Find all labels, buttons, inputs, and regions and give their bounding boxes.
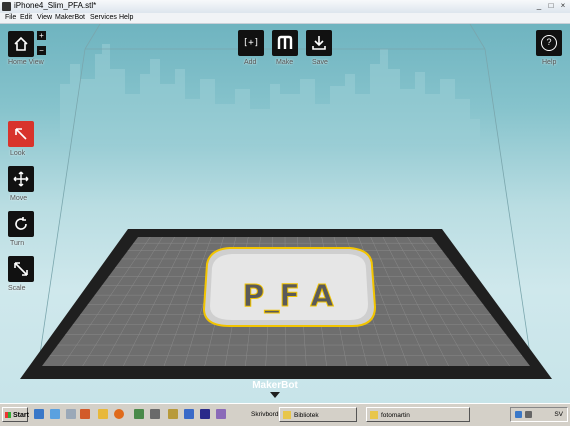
add-icon: [+] <box>242 38 260 48</box>
download-icon <box>312 36 326 50</box>
build-viewport[interactable]: P_F A MakerBot + − Home View [+] Add Mak… <box>0 24 570 403</box>
menu-view[interactable]: View <box>37 13 52 23</box>
menu-makerbot[interactable]: MakerBot <box>55 13 85 23</box>
menu-help[interactable]: Help <box>119 13 133 23</box>
city-skyline <box>60 44 480 144</box>
save-label: Save <box>312 59 328 66</box>
zoom-in-button[interactable]: + <box>37 31 46 40</box>
help-button[interactable]: ? <box>536 30 562 56</box>
taskbar-bibliotek-label: Bibliotek <box>294 412 319 419</box>
quicklaunch-firefox-icon[interactable] <box>114 409 124 419</box>
quicklaunch-folder-icon[interactable] <box>98 409 108 419</box>
scale-label: Scale <box>8 285 26 292</box>
quicklaunch-media-icon[interactable] <box>216 409 226 419</box>
makerbot-m-icon <box>277 35 293 49</box>
window-controls: _ □ × <box>534 1 568 11</box>
window-title: iPhone4_Slim_PFA.stl* <box>14 1 97 10</box>
look-label: Look <box>10 150 26 157</box>
quicklaunch-cmd-icon[interactable] <box>150 409 160 419</box>
add-label: Add <box>244 59 257 66</box>
quicklaunch-explorer-icon[interactable] <box>66 409 76 419</box>
folder-icon <box>370 411 378 419</box>
taskbar-bibliotek-button[interactable]: Bibliotek <box>279 407 357 422</box>
menu-file[interactable]: File <box>5 13 16 23</box>
make-label: Make <box>276 59 294 66</box>
move-tool-button[interactable] <box>8 166 34 192</box>
close-button[interactable]: × <box>558 1 568 11</box>
menu-services[interactable]: Services <box>90 13 117 23</box>
move-arrows-icon <box>13 171 29 187</box>
look-arrow-icon <box>15 128 27 140</box>
move-label: Move <box>10 195 28 202</box>
scale-icon <box>14 262 28 276</box>
model-embossed-text: P_F A <box>242 279 334 314</box>
rotate-icon <box>15 217 27 230</box>
makerbot-app-icon <box>2 2 11 11</box>
look-tool-button[interactable] <box>8 121 34 147</box>
zoom-out-button[interactable]: − <box>37 46 46 55</box>
quicklaunch-window-icon[interactable] <box>50 409 60 419</box>
make-button[interactable] <box>272 30 298 56</box>
quicklaunch-app-icon[interactable] <box>80 409 90 419</box>
iphone-case-model: P_F A <box>202 247 377 327</box>
window-titlebar: iPhone4_Slim_PFA.stl* _ □ × <box>0 0 570 14</box>
tray-language-indicator[interactable]: SV <box>554 408 563 421</box>
quicklaunch-network-icon[interactable] <box>184 409 194 419</box>
scale-tool-button[interactable] <box>8 256 34 282</box>
system-tray: SV <box>510 407 568 422</box>
home-view-button[interactable] <box>8 31 34 57</box>
add-button[interactable]: [+] <box>238 30 264 56</box>
save-button[interactable] <box>306 30 332 56</box>
platform-front-marker <box>270 392 280 398</box>
quicklaunch-desktop-icon[interactable] <box>34 409 44 419</box>
quicklaunch-tool-icon[interactable] <box>134 409 144 419</box>
quicklaunch-ie-icon[interactable] <box>200 409 210 419</box>
maximize-button[interactable]: □ <box>546 1 556 11</box>
platform-brand-label: MakerBot <box>252 380 298 391</box>
start-label: Start <box>13 412 29 419</box>
windows-flag-icon <box>5 412 11 418</box>
help-icon: ? <box>541 35 557 51</box>
turn-tool-button[interactable] <box>8 211 34 237</box>
windows-taskbar: Start Skrivbord Bibliotek fotomartin SV <box>0 403 570 426</box>
tray-volume-icon[interactable] <box>525 411 532 418</box>
home-view-label: Home View <box>8 59 44 66</box>
menu-bar: File Edit View MakerBot Services Help <box>0 13 570 24</box>
home-icon <box>14 36 28 51</box>
start-button[interactable]: Start <box>2 407 29 422</box>
tray-network-icon[interactable] <box>515 411 522 418</box>
build-scene: P_F A MakerBot <box>20 24 552 398</box>
folder-icon <box>283 411 291 419</box>
taskbar-fotomartin-button[interactable]: fotomartin <box>366 407 470 422</box>
menu-edit[interactable]: Edit <box>20 13 32 23</box>
minimize-button[interactable]: _ <box>534 1 544 11</box>
taskbar-fotomartin-label: fotomartin <box>381 412 410 419</box>
taskbar-skrivbord[interactable]: Skrivbord <box>251 407 278 422</box>
turn-label: Turn <box>10 240 25 247</box>
help-label: Help <box>542 59 557 66</box>
quicklaunch-misc-icon[interactable] <box>168 409 178 419</box>
